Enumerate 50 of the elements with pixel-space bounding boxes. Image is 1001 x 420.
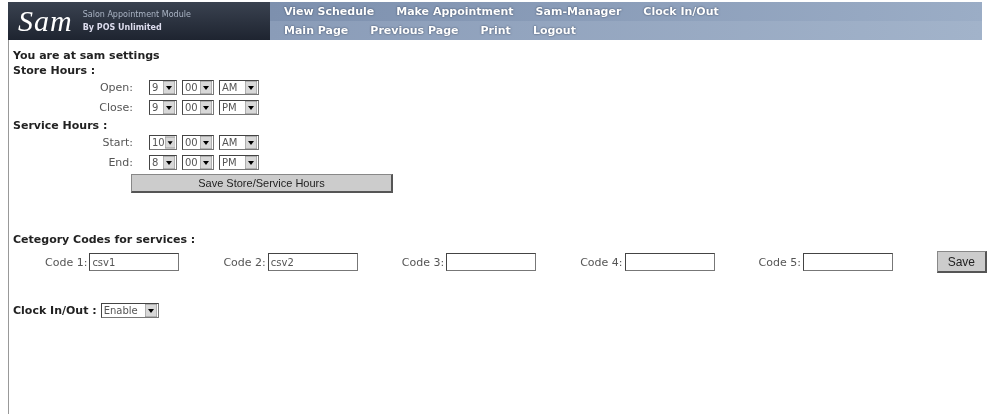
field-label: Code 2: (223, 255, 266, 269)
logo: Sam (18, 4, 73, 38)
field-label: Close: (98, 100, 134, 114)
field-label: End: (107, 155, 134, 169)
section-heading: Service Hours : (12, 118, 109, 132)
dropdown-arrow-icon (163, 155, 175, 169)
hour-dropdown[interactable]: 9 (149, 79, 177, 95)
hour-dropdown[interactable]: 9 (149, 99, 177, 115)
minute-dropdown[interactable]: 00 (182, 134, 214, 150)
hour-dropdown[interactable]: 8 (149, 154, 177, 170)
save-hours-button[interactable]: Save Store/Service Hours (131, 174, 393, 193)
field-label: Code 4: (580, 255, 623, 269)
period-dropdown[interactable]: PM (219, 154, 259, 170)
dropdown-arrow-icon (200, 100, 212, 114)
field-label: Start: (101, 135, 134, 149)
field-label: Code 1: (45, 255, 88, 269)
section-heading: Cetegory Codes for services : (12, 233, 197, 246)
field-label: Open: (98, 80, 134, 94)
period-dropdown[interactable]: PM (219, 99, 259, 115)
minute-dropdown[interactable]: 00 (182, 154, 214, 170)
minute-dropdown[interactable]: 00 (182, 99, 214, 115)
dropdown-arrow-icon (245, 80, 257, 94)
minute-dropdown[interactable]: 00 (182, 79, 214, 95)
hour-dropdown[interactable]: 10 (149, 134, 177, 150)
page-heading: You are at sam settings (12, 48, 161, 62)
dropdown-arrow-icon (245, 155, 257, 169)
dropdown-arrow-icon (144, 304, 157, 317)
dropdown-arrow-icon (163, 80, 175, 94)
dropdown-arrow-icon (245, 100, 257, 114)
field-label: Code 3: (401, 255, 445, 269)
app-subtitle: Salon Appointment Module (82, 10, 191, 19)
period-dropdown[interactable]: AM (219, 134, 259, 150)
byline: By POS Unlimited (82, 23, 163, 32)
code-input[interactable] (446, 253, 537, 271)
period-dropdown[interactable]: AM (219, 79, 259, 95)
field-label: Code 5: (758, 255, 801, 269)
dropdown-arrow-icon (200, 135, 212, 149)
code-input[interactable] (624, 253, 715, 271)
section-heading: Store Hours : (12, 63, 97, 77)
code-input[interactable]: csv2 (267, 253, 358, 271)
dropdown-arrow-icon (200, 80, 212, 94)
clock-dropdown[interactable]: Enable (100, 303, 159, 318)
save-button[interactable]: Save (936, 251, 987, 273)
code-input[interactable]: csv1 (89, 253, 180, 271)
code-input[interactable] (802, 253, 893, 271)
dropdown-arrow-icon (164, 135, 175, 149)
dropdown-arrow-icon (200, 155, 212, 169)
dropdown-arrow-icon (245, 135, 257, 149)
dropdown-arrow-icon (163, 100, 175, 114)
field-label: Clock In/Out : (13, 304, 97, 317)
